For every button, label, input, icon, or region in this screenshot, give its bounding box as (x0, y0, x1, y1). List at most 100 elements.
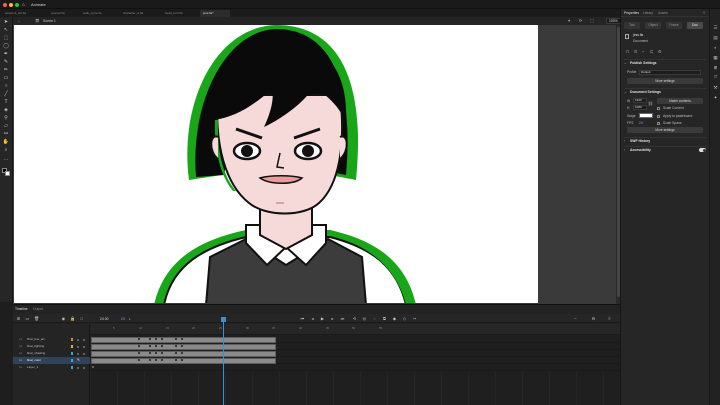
brush-tool-icon[interactable]: ✎ (2, 59, 10, 65)
link-icon[interactable]: ⛓ (648, 101, 653, 106)
doc-tab-active[interactable]: jess.fla* (200, 10, 230, 17)
insert-keyframe-icon[interactable]: ◆ (392, 316, 397, 321)
chevron-down-icon[interactable]: ⌄ (624, 61, 627, 65)
publish-settings-header[interactable]: Publish Settings (630, 61, 657, 65)
frame-span[interactable] (91, 336, 276, 343)
fps-display[interactable]: 24 (121, 317, 125, 321)
pen-tool-icon[interactable]: ✒ (2, 51, 10, 57)
minimize-window-button[interactable] (9, 2, 13, 7)
layer-row-selected[interactable]: ▭ final_color ✎ (13, 357, 90, 364)
doc-tab[interactable]: scene2.fla (48, 10, 78, 17)
outline-all-icon[interactable]: □ (79, 316, 84, 321)
selection-tool-icon[interactable]: ➤ (2, 19, 10, 25)
frame-grid[interactable]: 5 10 15 20 25 30 35 40 45 50 55 (91, 324, 620, 405)
fit-stage-icon[interactable]: ⬚ (590, 18, 594, 23)
document-more-settings-button[interactable]: More settings (627, 127, 703, 133)
frame-span[interactable] (91, 357, 276, 364)
width-field[interactable]: 1920 (633, 98, 647, 103)
snap-icon[interactable]: ⌖ (568, 18, 570, 23)
visibility-toggle[interactable] (77, 366, 79, 369)
timeline-settings-icon[interactable]: ⚙ (591, 316, 596, 321)
hand-tool-icon[interactable]: ✋ (2, 139, 10, 145)
components-icon[interactable]: ⚒ (713, 85, 718, 90)
new-layer-icon[interactable]: ⊞ (16, 316, 21, 321)
tab-properties[interactable]: Properties (624, 11, 639, 15)
step-forward-icon[interactable]: ▸ (330, 316, 335, 321)
stage-color-swatch[interactable] (639, 113, 653, 118)
properties-icon[interactable]: ☰ (713, 25, 718, 30)
tab-library[interactable]: Library (643, 11, 653, 15)
publish-icon[interactable]: ⊏ (650, 49, 653, 54)
show-all-icon[interactable]: ◉ (61, 316, 66, 321)
layer-color-swatch[interactable] (71, 359, 73, 362)
swatches-icon[interactable]: ▦ (713, 55, 718, 60)
frame-span[interactable] (91, 343, 276, 350)
zoom-tool-icon[interactable]: ⌕ (2, 147, 10, 153)
new-folder-icon[interactable]: ▭ (25, 316, 30, 321)
scripts-icon[interactable]: ⌐ (642, 49, 644, 54)
tab-assets[interactable]: Assets (658, 11, 668, 15)
stage-canvas[interactable] (14, 25, 538, 303)
layer-color-swatch[interactable] (71, 338, 73, 341)
layer-row[interactable]: ▭ final_shading (13, 350, 90, 357)
delete-layer-icon[interactable]: 🗑 (34, 316, 39, 321)
close-window-button[interactable] (3, 2, 7, 7)
empty-frame-area[interactable] (91, 371, 620, 405)
lock-toggle[interactable] (83, 338, 85, 341)
scale-spans-checkbox[interactable] (657, 122, 660, 125)
more-tools-icon[interactable]: ⋯ (2, 157, 10, 163)
fill-color-swatch[interactable] (5, 171, 10, 176)
chevron-right-icon[interactable]: › (624, 148, 625, 152)
subselection-tool-icon[interactable]: ↖ (2, 27, 10, 33)
doc-tab[interactable]: assets-4_ani.fla (2, 10, 46, 17)
lasso-tool-icon[interactable]: ◯ (2, 43, 10, 49)
maximize-window-button[interactable] (15, 2, 19, 7)
frame-row[interactable] (91, 364, 620, 371)
lock-toggle[interactable] (83, 352, 85, 355)
loop-icon[interactable]: ⟲ (352, 316, 357, 321)
insert-blank-keyframe-icon[interactable]: ◇ (402, 316, 407, 321)
frame-row[interactable] (91, 336, 620, 343)
edit-multiple-frames-icon[interactable]: ⧉ (382, 316, 387, 321)
lock-toggle[interactable] (83, 366, 85, 369)
color-icon[interactable]: ◐ (713, 45, 718, 50)
match-contents-button[interactable]: Match contents (657, 98, 703, 104)
panel-menu-icon[interactable]: ≡ (703, 10, 705, 15)
segment-tool[interactable]: Tool (624, 22, 640, 29)
tab-output[interactable]: Output (33, 307, 43, 311)
chevron-down-icon[interactable]: ⌄ (624, 90, 627, 94)
scale-content-checkbox[interactable] (657, 107, 660, 110)
go-to-last-frame-icon[interactable]: ⏭ (340, 316, 345, 321)
oval-tool-icon[interactable]: ○ (2, 83, 10, 89)
step-back-icon[interactable]: ◂ (310, 316, 315, 321)
transform-icon[interactable]: ⤧ (713, 75, 718, 80)
go-to-first-frame-icon[interactable]: ⏮ (300, 316, 305, 321)
eraser-icon[interactable]: ▱ (2, 123, 10, 129)
frame-row[interactable] (91, 357, 620, 364)
playhead[interactable] (223, 319, 224, 405)
segment-frame[interactable]: Frame (666, 22, 682, 29)
document-settings-header[interactable]: Document Settings (630, 90, 661, 94)
bone-tool-icon[interactable]: ⚯ (2, 131, 10, 137)
align-panel-icon[interactable]: ⊞ (713, 65, 718, 70)
edit-symbols-icon[interactable]: ⊡ (634, 49, 637, 54)
paint-bucket-icon[interactable]: ◈ (2, 107, 10, 113)
frame-span[interactable] (91, 350, 276, 357)
frame-row[interactable] (91, 350, 620, 357)
eyedropper-icon[interactable]: ⚲ (2, 115, 10, 121)
accessibility-toggle[interactable] (699, 148, 706, 152)
settings-icon[interactable]: ⚙ (658, 49, 662, 54)
play-icon[interactable]: ▶ (320, 316, 325, 321)
layer-row[interactable]: ▭ final_lighting (13, 343, 90, 350)
back-arrow-icon[interactable]: ← (17, 18, 21, 23)
visibility-toggle[interactable] (77, 338, 79, 341)
assets-icon[interactable]: ✦ (713, 95, 718, 100)
tween-icon[interactable]: ⤳ (412, 316, 417, 321)
doc-tab[interactable]: walk_cycle.fla (80, 10, 118, 17)
layer-row[interactable]: ▭ final_line_art (13, 336, 90, 343)
lock-toggle[interactable] (83, 345, 85, 348)
doc-tab[interactable]: head_turn.fla (162, 10, 198, 17)
layer-row[interactable]: ▭ Layer_1 (13, 364, 90, 371)
visibility-toggle[interactable] (77, 345, 79, 348)
rotate-stage-icon[interactable]: ⟳ (579, 18, 582, 23)
